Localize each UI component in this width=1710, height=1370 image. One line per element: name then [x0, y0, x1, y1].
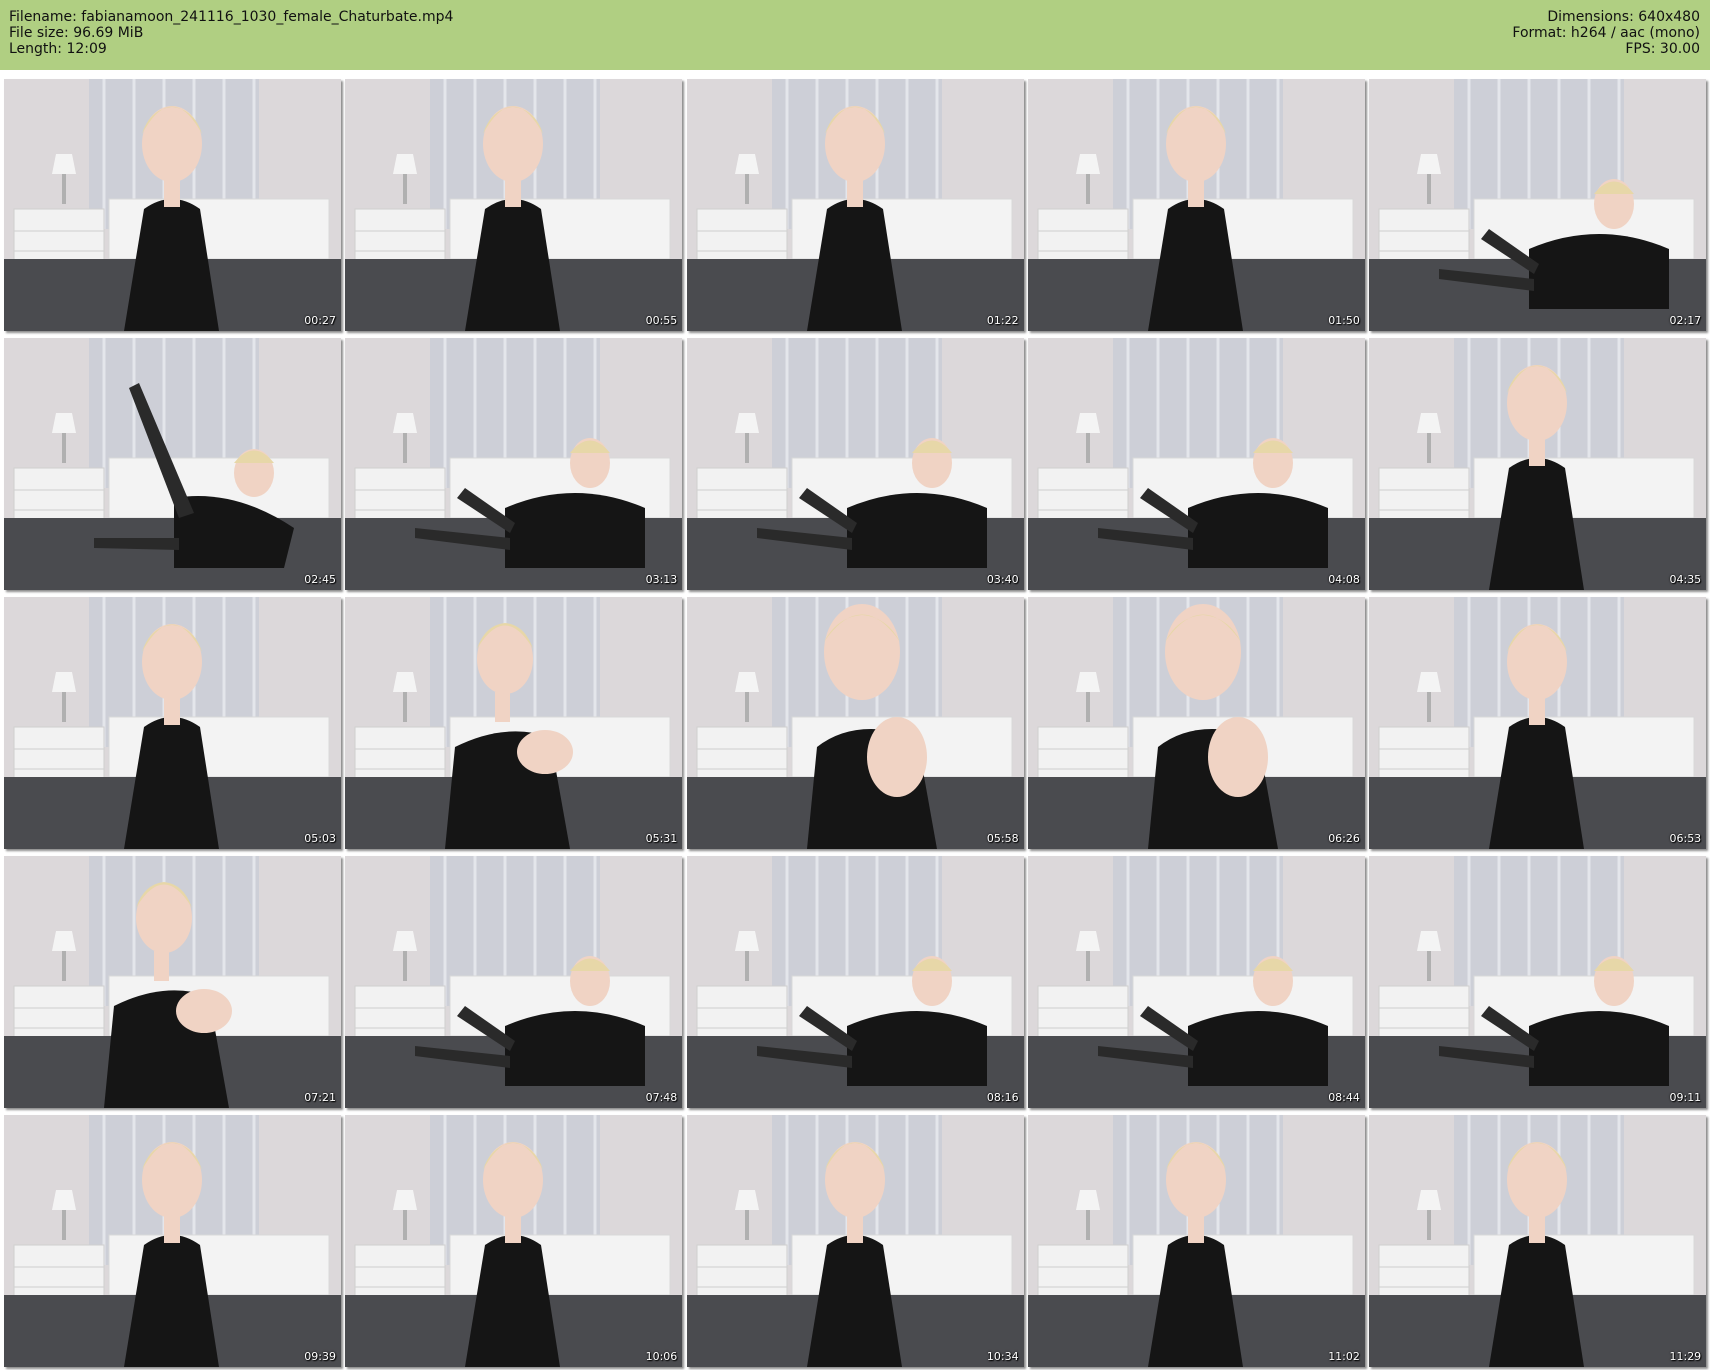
frame-image [345, 79, 683, 331]
thumbnail-frame: 04:08 [1027, 338, 1365, 590]
frame-timestamp: 02:45 [304, 573, 336, 586]
frame-timestamp: 04:35 [1669, 573, 1702, 586]
frame-timestamp: 10:06 [645, 1350, 678, 1363]
thumbnail-frame: 03:13 [345, 338, 683, 590]
frame-image [1369, 597, 1707, 849]
thumbnail-frame: 10:34 [686, 1115, 1024, 1367]
thumbnail-frame: 07:21 [4, 856, 341, 1108]
frame-timestamp: 08:44 [1328, 1091, 1360, 1104]
thumbnail-frame: 02:17 [1369, 79, 1707, 331]
frame-image [345, 597, 683, 849]
frame-timestamp: 05:58 [986, 832, 1019, 845]
thumbnail-frame: 00:27 [4, 79, 341, 331]
dimensions-text: Dimensions: 640x480 [1547, 9, 1700, 25]
thumbnail-frame: 08:44 [1027, 856, 1365, 1108]
frame-image [686, 79, 1024, 331]
frame-timestamp: 03:40 [986, 573, 1019, 586]
frame-image [4, 79, 341, 331]
frame-image [345, 1115, 683, 1367]
thumbnail-frame: 02:45 [4, 338, 341, 590]
frame-image [1027, 597, 1365, 849]
frame-timestamp: 09:39 [304, 1350, 336, 1363]
frame-image [1369, 1115, 1707, 1367]
frame-image [686, 338, 1024, 590]
frame-image [1027, 338, 1365, 590]
frame-timestamp: 11:29 [1669, 1350, 1702, 1363]
thumbnail-frame: 10:06 [345, 1115, 683, 1367]
frame-image [4, 338, 341, 590]
thumbnail-frame: 05:31 [345, 597, 683, 849]
thumbnail-grid: 00:27 00:55 01:22 01:50 02:17 02:45 03:1… [4, 79, 1707, 1367]
frame-image [1369, 856, 1707, 1108]
frame-timestamp: 01:22 [986, 314, 1019, 327]
thumbnail-frame: 09:11 [1369, 856, 1707, 1108]
frame-image [1369, 79, 1707, 331]
info-header: Filename: fabianamoon_241116_1030_female… [0, 0, 1710, 70]
thumbnail-frame: 01:50 [1027, 79, 1365, 331]
frame-image [4, 1115, 341, 1367]
frame-image [1369, 338, 1707, 590]
frame-image [686, 856, 1024, 1108]
frame-timestamp: 11:02 [1328, 1350, 1360, 1363]
frame-timestamp: 06:26 [1328, 832, 1360, 845]
frame-image [345, 338, 683, 590]
thumbnail-frame: 05:58 [686, 597, 1024, 849]
frame-image [4, 856, 341, 1108]
frame-timestamp: 07:21 [304, 1091, 336, 1104]
thumbnail-frame: 07:48 [345, 856, 683, 1108]
filesize-text: File size: 96.69 MiB [9, 25, 144, 41]
frame-image [1027, 1115, 1365, 1367]
frame-timestamp: 07:48 [645, 1091, 678, 1104]
frame-image [1027, 79, 1365, 331]
thumbnail-frame: 04:35 [1369, 338, 1707, 590]
filename-text: Filename: fabianamoon_241116_1030_female… [9, 9, 454, 25]
thumbnail-frame: 06:53 [1369, 597, 1707, 849]
format-text: Format: h264 / aac (mono) [1512, 25, 1700, 41]
thumbnail-frame: 11:02 [1027, 1115, 1365, 1367]
frame-image [4, 597, 341, 849]
frame-image [686, 597, 1024, 849]
stream-info: Dimensions: 640x480 Format: h264 / aac (… [1512, 9, 1700, 57]
frame-timestamp: 00:27 [304, 314, 336, 327]
frame-timestamp: 06:53 [1669, 832, 1702, 845]
frame-timestamp: 05:31 [645, 832, 678, 845]
frame-image [686, 1115, 1024, 1367]
thumbnail-frame: 11:29 [1369, 1115, 1707, 1367]
thumbnail-frame: 08:16 [686, 856, 1024, 1108]
thumbnail-frame: 09:39 [4, 1115, 341, 1367]
file-info: Filename: fabianamoon_241116_1030_female… [9, 9, 453, 57]
frame-timestamp: 02:17 [1669, 314, 1702, 327]
length-text: Length: 12:09 [9, 41, 107, 57]
thumbnail-frame: 01:22 [686, 79, 1024, 331]
frame-timestamp: 03:13 [645, 573, 678, 586]
thumbnail-frame: 05:03 [4, 597, 341, 849]
frame-image [1027, 856, 1365, 1108]
frame-timestamp: 08:16 [986, 1091, 1019, 1104]
frame-timestamp: 10:34 [986, 1350, 1019, 1363]
thumbnail-frame: 03:40 [686, 338, 1024, 590]
thumbnail-frame: 06:26 [1027, 597, 1365, 849]
fps-text: FPS: 30.00 [1625, 41, 1700, 57]
frame-image [345, 856, 683, 1108]
frame-timestamp: 09:11 [1669, 1091, 1702, 1104]
frame-timestamp: 05:03 [304, 832, 336, 845]
frame-timestamp: 01:50 [1328, 314, 1360, 327]
frame-timestamp: 04:08 [1328, 573, 1360, 586]
thumbnail-frame: 00:55 [345, 79, 683, 331]
frame-timestamp: 00:55 [645, 314, 678, 327]
